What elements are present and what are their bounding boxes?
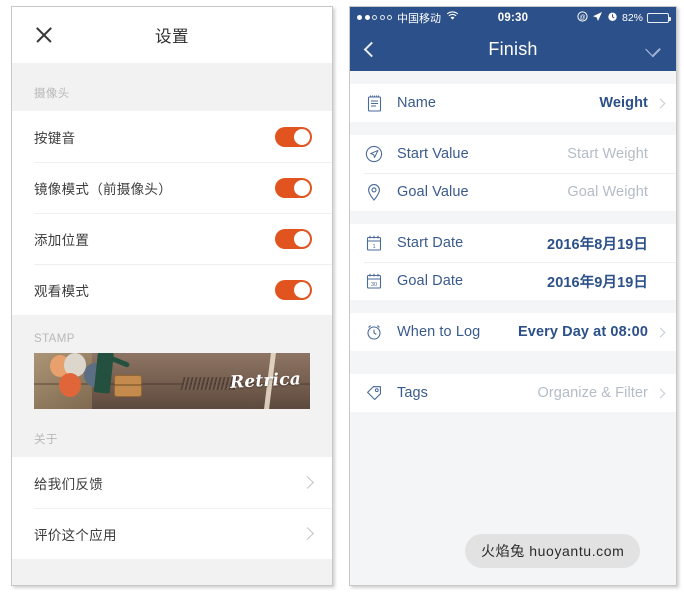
ios-nav-bar: Finish [350, 28, 676, 71]
form-value: 2016年8月19日 [547, 236, 648, 253]
toggle-shutter-sound[interactable] [275, 126, 312, 147]
banner-suitcase [114, 375, 142, 397]
toggle-mirror-mode[interactable] [275, 177, 312, 198]
toggle-watch-mode[interactable] [275, 279, 312, 300]
toggle-knob [294, 128, 310, 145]
stamp-banner[interactable]: Retrica [34, 353, 310, 409]
chevron-right-icon [655, 327, 666, 337]
form-row-start-value[interactable]: Start Value Start Weight [350, 135, 676, 173]
tag-icon [364, 383, 384, 403]
form-row-tags[interactable]: Tags Organize & Filter [350, 374, 676, 412]
group-tags: Tags Organize & Filter [350, 374, 676, 412]
setting-row-shutter-sound[interactable]: 按键音 [12, 111, 332, 162]
about-row-feedback[interactable]: 给我们反馈 [12, 457, 332, 508]
form-value: Weight [599, 95, 648, 111]
section-label-camera: 摄像头 [34, 88, 70, 100]
chevron-right-icon [301, 527, 314, 540]
location-arrow-icon [592, 11, 603, 25]
form-gap [350, 211, 676, 224]
calendar-start-icon: 1 [364, 233, 384, 253]
chevron-right-icon [301, 476, 314, 489]
form-value: Every Day at 08:00 [518, 324, 648, 340]
chevron-placeholder [656, 276, 666, 286]
retrica-logo: Retrica [229, 369, 302, 393]
setting-row-watch-mode[interactable]: 观看模式 [12, 264, 332, 315]
ios-finish-panel: 中国移动 09:30 @ 82% Finish Name Weight Star… [349, 6, 677, 586]
alarm-icon [607, 11, 618, 25]
form-row-start-date[interactable]: 1 Start Date 2016年8月19日 [350, 224, 676, 262]
ios-form-body: Name Weight Start Value Start Weight Goa… [350, 71, 676, 585]
form-label: Start Value [397, 146, 469, 162]
page-title: 设置 [155, 28, 189, 46]
paper-plane-circle-icon [364, 144, 384, 164]
section-label-about: 关于 [34, 434, 58, 446]
battery-icon [647, 12, 671, 23]
notepad-icon [364, 93, 384, 113]
about-row-rate-app[interactable]: 评价这个应用 [12, 508, 332, 559]
group-values: Start Value Start Weight Goal Value Goal… [350, 135, 676, 211]
android-settings-panel: 设置 摄像头 按键音 镜像模式（前摄像头） 添加位置 观看模式 STAMP Re… [11, 6, 333, 586]
form-label: Tags [397, 385, 429, 401]
form-row-name[interactable]: Name Weight [350, 84, 676, 122]
toggle-knob [294, 281, 310, 298]
form-gap [350, 71, 676, 84]
chevron-placeholder [656, 238, 666, 248]
close-icon[interactable] [32, 23, 56, 47]
group-name: Name Weight [350, 84, 676, 122]
form-value: 2016年9月19日 [547, 274, 648, 291]
calendar-goal-icon: 30 [364, 271, 384, 291]
alarm-clock-icon [364, 322, 384, 342]
map-pin-icon [364, 182, 384, 202]
ios-status-bar: 中国移动 09:30 @ 82% [350, 7, 676, 28]
form-row-goal-date[interactable]: 30 Goal Date 2016年9月19日 [350, 262, 676, 300]
chevron-placeholder [656, 149, 666, 159]
form-label: When to Log [397, 324, 481, 340]
form-gap [350, 300, 676, 313]
setting-row-mirror-mode[interactable]: 镜像模式（前摄像头） [12, 162, 332, 213]
group-reminder: When to Log Every Day at 08:00 [350, 313, 676, 351]
toggle-knob [294, 230, 310, 247]
chevron-right-icon [655, 98, 666, 108]
form-value-placeholder: Organize & Filter [537, 385, 648, 401]
balloon-icon [59, 373, 81, 397]
watermark: 火焰兔 huoyantu.com [465, 534, 641, 568]
battery-percent-label: 82% [621, 11, 643, 24]
chevron-placeholder [656, 187, 666, 197]
svg-text:@: @ [579, 15, 585, 21]
group-dates: 1 Start Date 2016年8月19日 30 Goal Date 201… [350, 224, 676, 300]
about-label: 评价这个应用 [34, 527, 117, 543]
form-row-goal-value[interactable]: Goal Value Goal Weight [350, 173, 676, 211]
setting-row-add-location[interactable]: 添加位置 [12, 213, 332, 264]
form-gap [350, 351, 676, 374]
setting-label: 观看模式 [34, 283, 90, 299]
android-header: 设置 [12, 7, 332, 63]
toggle-add-location[interactable] [275, 228, 312, 249]
chevron-right-icon [655, 388, 666, 398]
form-value-placeholder: Goal Weight [567, 184, 648, 200]
svg-text:30: 30 [371, 282, 377, 288]
form-value-placeholder: Start Weight [567, 146, 648, 162]
about-card: 给我们反馈 评价这个应用 [12, 457, 332, 559]
section-label-stamp: STAMP [34, 333, 75, 345]
svg-text:1: 1 [372, 244, 375, 250]
form-label: Start Date [397, 235, 464, 251]
form-label: Goal Value [397, 184, 469, 200]
setting-label: 镜像模式（前摄像头） [34, 181, 172, 197]
android-settings-body: 摄像头 按键音 镜像模式（前摄像头） 添加位置 观看模式 STAMP Retri… [12, 63, 332, 585]
toggle-knob [294, 179, 310, 196]
about-label: 给我们反馈 [34, 476, 103, 492]
privacy-icon: @ [577, 10, 588, 25]
form-label: Goal Date [397, 273, 464, 289]
form-label: Name [397, 95, 437, 111]
setting-label: 按键音 [34, 130, 76, 146]
form-row-when-to-log[interactable]: When to Log Every Day at 08:00 [350, 313, 676, 351]
form-gap [350, 122, 676, 135]
status-bar-right-cluster: @ 82% [577, 10, 671, 25]
setting-label: 添加位置 [34, 232, 90, 248]
camera-settings-card: 按键音 镜像模式（前摄像头） 添加位置 观看模式 [12, 111, 332, 315]
nav-title: Finish [488, 39, 538, 59]
screenshot-stage: 设置 摄像头 按键音 镜像模式（前摄像头） 添加位置 观看模式 STAMP Re… [0, 0, 684, 593]
